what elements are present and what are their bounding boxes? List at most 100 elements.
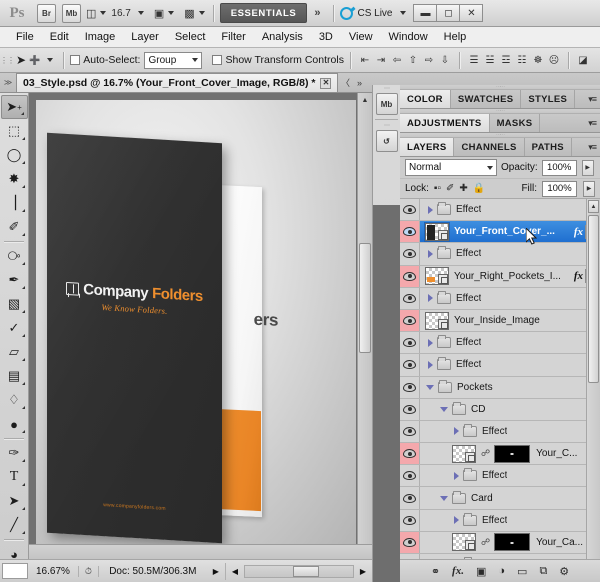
collapse-triangle-icon[interactable] bbox=[440, 495, 448, 501]
tab-layers[interactable]: LAYERS bbox=[400, 138, 455, 156]
layer-visibility-toggle[interactable] bbox=[400, 487, 420, 509]
collapse-triangle-icon[interactable] bbox=[440, 406, 448, 412]
layer-visibility-toggle[interactable] bbox=[400, 531, 420, 553]
horizontal-type-tool[interactable]: T bbox=[1, 465, 28, 489]
table-row[interactable]: Effect bbox=[400, 332, 600, 355]
menu-help[interactable]: Help bbox=[436, 27, 475, 47]
auto-select-checkbox[interactable] bbox=[70, 55, 81, 65]
table-row[interactable]: Your_Right_Pockets_I... fx ▼ bbox=[400, 265, 600, 288]
mask-link-icon[interactable]: ☍ bbox=[481, 448, 490, 459]
distribute-left-edges-button[interactable]: ☷ bbox=[514, 52, 530, 69]
status-scroll-track[interactable] bbox=[244, 564, 354, 578]
spot-healing-brush-tool[interactable]: ⧂ bbox=[1, 244, 28, 268]
new-layer-icon[interactable]: ⧉ bbox=[539, 565, 547, 578]
quick-selection-tool[interactable]: ✸ bbox=[1, 167, 28, 191]
align-bottom-edges-button[interactable]: ⇦ bbox=[389, 52, 405, 69]
tab-channels[interactable]: CHANNELS bbox=[454, 138, 525, 156]
new-group-icon[interactable]: ▭ bbox=[517, 565, 527, 578]
timing-icon[interactable]: ⏱ bbox=[79, 565, 99, 577]
zoom-level-value[interactable]: 16.7 bbox=[108, 8, 133, 19]
layers-scroll-thumb[interactable] bbox=[588, 215, 599, 383]
table-row[interactable]: Effect bbox=[400, 287, 600, 310]
layer-mask-thumbnail[interactable] bbox=[494, 444, 531, 463]
layer-visibility-toggle[interactable] bbox=[400, 465, 420, 487]
tab-color[interactable]: COLOR bbox=[400, 90, 451, 108]
table-row[interactable]: Card bbox=[400, 487, 600, 510]
lasso-tool[interactable]: ◯ bbox=[1, 143, 28, 167]
document-tab[interactable]: 03_Style.psd @ 16.7% (Your_Front_Cover_I… bbox=[16, 73, 339, 92]
opacity-input[interactable]: 100% bbox=[541, 159, 577, 176]
expand-triangle-icon[interactable] bbox=[454, 516, 459, 525]
layer-thumbnail[interactable] bbox=[425, 311, 449, 330]
layer-visibility-toggle[interactable] bbox=[400, 221, 420, 243]
align-horizontal-centers-button[interactable]: ⇨ bbox=[421, 52, 437, 69]
path-selection-tool[interactable]: ➤ bbox=[1, 489, 28, 513]
gradient-tool[interactable]: ▤ bbox=[1, 364, 28, 388]
line-tool[interactable]: ╱ bbox=[1, 513, 28, 537]
align-right-edges-button[interactable]: ⇩ bbox=[437, 52, 453, 69]
align-top-edges-button[interactable]: ⇤ bbox=[357, 52, 373, 69]
color-panel-menu-icon[interactable]: ▾≡ bbox=[588, 94, 597, 105]
blend-mode-dropdown[interactable]: Normal bbox=[405, 159, 497, 176]
collapse-triangle-icon[interactable] bbox=[426, 384, 434, 390]
menu-edit[interactable]: Edit bbox=[42, 27, 77, 47]
status-zoom-value[interactable]: 16.67% bbox=[28, 565, 79, 577]
tab-bar-grip[interactable]: ≫ bbox=[0, 73, 16, 92]
canvas-vertical-scroll-thumb[interactable] bbox=[359, 243, 371, 353]
opacity-stepper[interactable]: ▶ bbox=[581, 159, 594, 176]
status-scroll-right-icon[interactable]: ▶ bbox=[354, 567, 372, 576]
minimize-button[interactable]: ▬ bbox=[413, 4, 438, 22]
table-row[interactable]: Effect bbox=[400, 199, 600, 222]
tool-preset-picker[interactable]: ➤ ➕ bbox=[12, 53, 57, 67]
expand-triangle-icon[interactable] bbox=[454, 471, 459, 480]
blur-tool[interactable]: ♢ bbox=[1, 388, 28, 412]
dodge-tool[interactable]: ● bbox=[1, 412, 28, 436]
screen-mode-button[interactable]: ▩ bbox=[182, 4, 206, 23]
layer-visibility-toggle[interactable] bbox=[400, 376, 420, 398]
layer-visibility-toggle[interactable] bbox=[400, 509, 420, 531]
rectangular-marquee-tool[interactable]: ⬚ bbox=[1, 119, 28, 143]
expand-triangle-icon[interactable] bbox=[454, 427, 459, 436]
distribute-top-edges-button[interactable]: ☰ bbox=[466, 52, 482, 69]
lock-transparent-pixels-icon[interactable]: ▪▫ bbox=[434, 183, 441, 194]
expand-triangle-icon[interactable] bbox=[428, 360, 433, 369]
auto-select-target-dropdown[interactable]: Group bbox=[144, 51, 203, 69]
new-fill-adjustment-layer-icon[interactable]: ◑ bbox=[498, 565, 505, 577]
layer-thumbnail[interactable] bbox=[452, 533, 476, 552]
status-menu-triangle-icon[interactable]: ▶ bbox=[207, 567, 225, 576]
tab-overflow-button[interactable]: » bbox=[352, 73, 366, 92]
status-scroll-thumb[interactable] bbox=[293, 565, 320, 577]
expand-triangle-icon[interactable] bbox=[428, 294, 433, 303]
status-scroll-left-icon[interactable]: ◀ bbox=[226, 567, 244, 576]
layer-effects-fx-icon[interactable]: fx bbox=[574, 270, 585, 282]
tab-masks[interactable]: MASKS bbox=[490, 114, 541, 132]
lock-position-icon[interactable]: ✚ bbox=[459, 183, 467, 194]
scroll-up-arrow-icon[interactable]: ▲ bbox=[588, 200, 599, 213]
workspace-essentials-button[interactable]: ESSENTIALS bbox=[219, 3, 308, 23]
add-layer-mask-icon[interactable]: ▣ bbox=[476, 565, 486, 578]
canvas-horizontal-scrollbar[interactable] bbox=[29, 544, 372, 559]
show-transform-controls-checkbox[interactable] bbox=[212, 55, 223, 65]
options-bar-grip[interactable]: ⋮⋮ bbox=[0, 49, 15, 72]
close-icon[interactable]: ✕ bbox=[320, 77, 332, 89]
layer-list[interactable]: Effect Your_Front_Cover_... fx ▼ bbox=[400, 199, 600, 573]
close-button[interactable]: ✕ bbox=[459, 4, 484, 22]
mini-bridge-panel-button[interactable]: Mb bbox=[375, 93, 398, 115]
tab-paths[interactable]: PATHS bbox=[525, 138, 572, 156]
history-panel-button[interactable]: ↺ bbox=[375, 130, 398, 152]
tab-styles[interactable]: STYLES bbox=[521, 90, 576, 108]
layer-visibility-toggle[interactable] bbox=[400, 309, 420, 332]
tab-swatches[interactable]: SWATCHES bbox=[451, 90, 522, 108]
distribute-right-edges-button[interactable]: ☹ bbox=[546, 52, 562, 69]
zoom-chevron-down-icon[interactable] bbox=[137, 11, 144, 15]
align-left-edges-button[interactable]: ⇧ bbox=[405, 52, 421, 69]
layer-visibility-toggle[interactable] bbox=[400, 443, 420, 465]
link-layers-icon[interactable]: ⚭ bbox=[431, 565, 440, 578]
table-row[interactable]: Your_Inside_Image bbox=[400, 309, 600, 333]
canvas-vertical-scrollbar[interactable]: ▲ bbox=[357, 93, 372, 559]
eraser-tool[interactable]: ▱ bbox=[1, 340, 28, 364]
layer-thumbnail[interactable] bbox=[452, 444, 476, 463]
arrange-documents-button[interactable]: ▣ bbox=[152, 4, 176, 23]
layer-visibility-toggle[interactable] bbox=[400, 332, 420, 354]
layers-panel-menu-icon[interactable]: ▾≡ bbox=[588, 142, 597, 153]
